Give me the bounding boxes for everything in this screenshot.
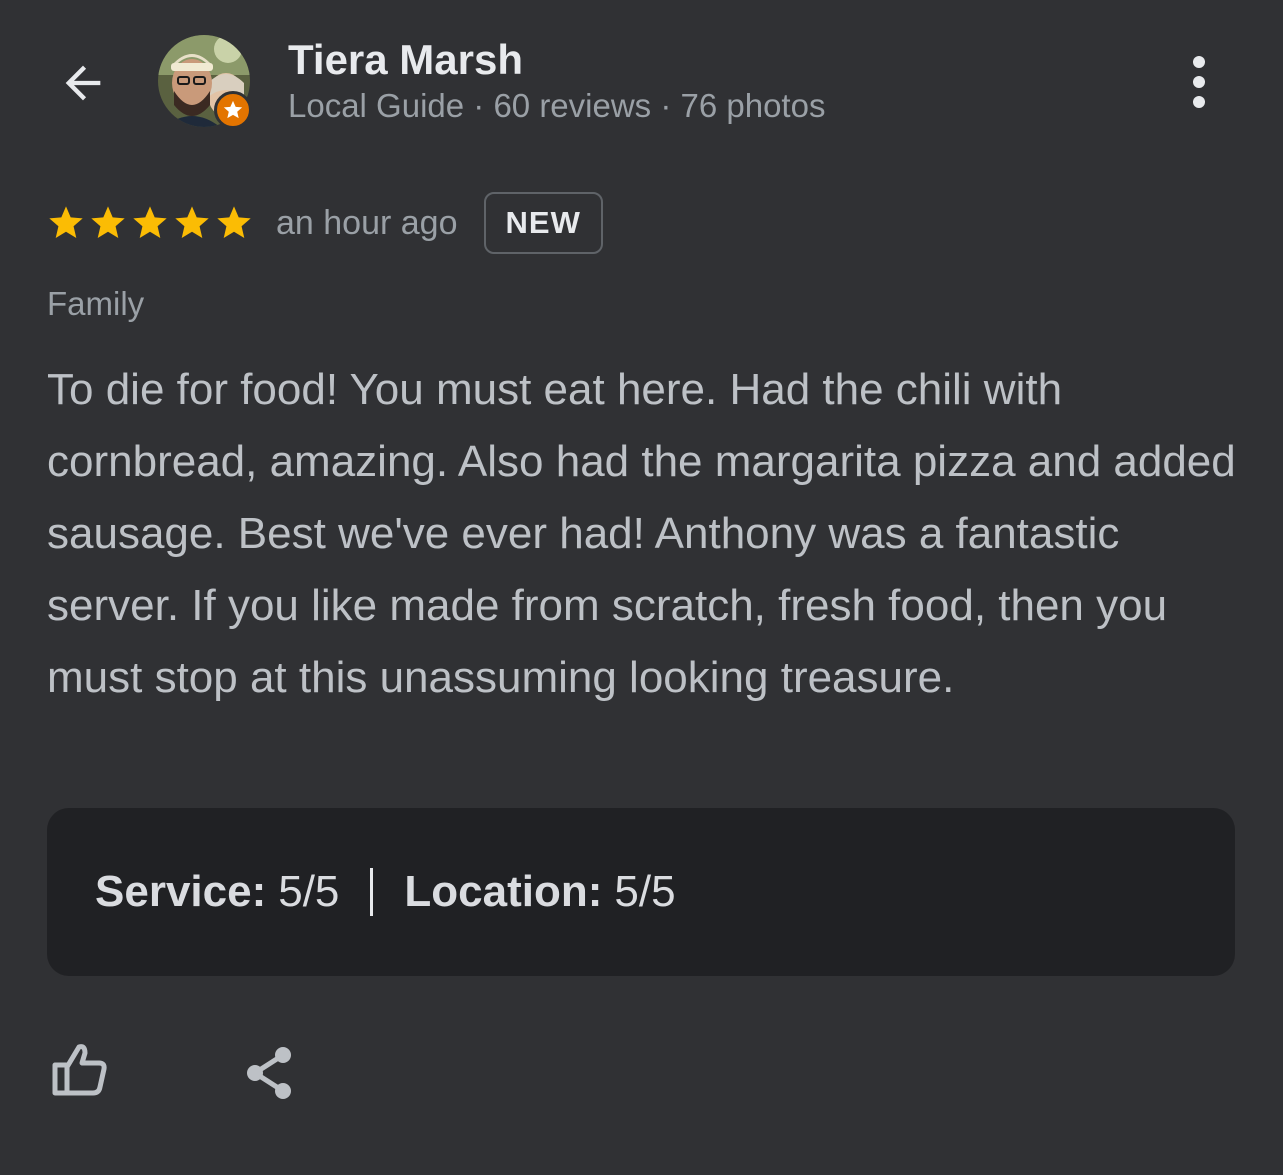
- arrow-back-icon: [65, 65, 101, 101]
- local-guide-badge: [214, 91, 252, 129]
- more-options-button[interactable]: [1172, 50, 1226, 114]
- star-icon: [175, 206, 209, 238]
- attribute-value-location: 5/5: [614, 867, 676, 916]
- share-button[interactable]: [236, 1040, 302, 1106]
- reviewer-meta: Local Guide · 60 reviews · 76 photos: [288, 87, 826, 124]
- avatar[interactable]: [158, 35, 252, 129]
- review-detail-page: Tiera Marsh Local Guide · 60 reviews · 7…: [0, 0, 1283, 1175]
- review-attributes: Service: 5/5 Location: 5/5: [47, 808, 1235, 976]
- star-rating: [46, 203, 254, 243]
- attribute-divider: [370, 868, 374, 916]
- new-badge: NEW: [483, 192, 603, 254]
- review-time: an hour ago: [276, 203, 458, 242]
- star-icon: [133, 206, 167, 238]
- back-button[interactable]: [50, 50, 116, 116]
- trip-type-label: Family: [47, 285, 145, 322]
- review-text: To die for food! You must eat here. Had …: [47, 365, 1236, 702]
- like-button[interactable]: [44, 1036, 114, 1102]
- star-icon: [49, 206, 83, 238]
- reviewer-name[interactable]: Tiera Marsh: [288, 36, 523, 84]
- attribute-label-service: Service:: [95, 867, 267, 916]
- local-guide-star-icon: [223, 100, 243, 119]
- star-icon: [217, 206, 251, 238]
- share-icon: [247, 1047, 291, 1099]
- star-icon: [91, 206, 125, 238]
- attribute-label-location: Location:: [404, 867, 603, 916]
- rating-row: an hour ago NEW: [46, 190, 603, 256]
- more-vertical-icon: [1193, 56, 1205, 108]
- attribute-value-service: 5/5: [278, 867, 340, 916]
- thumb-up-icon: [52, 1044, 107, 1096]
